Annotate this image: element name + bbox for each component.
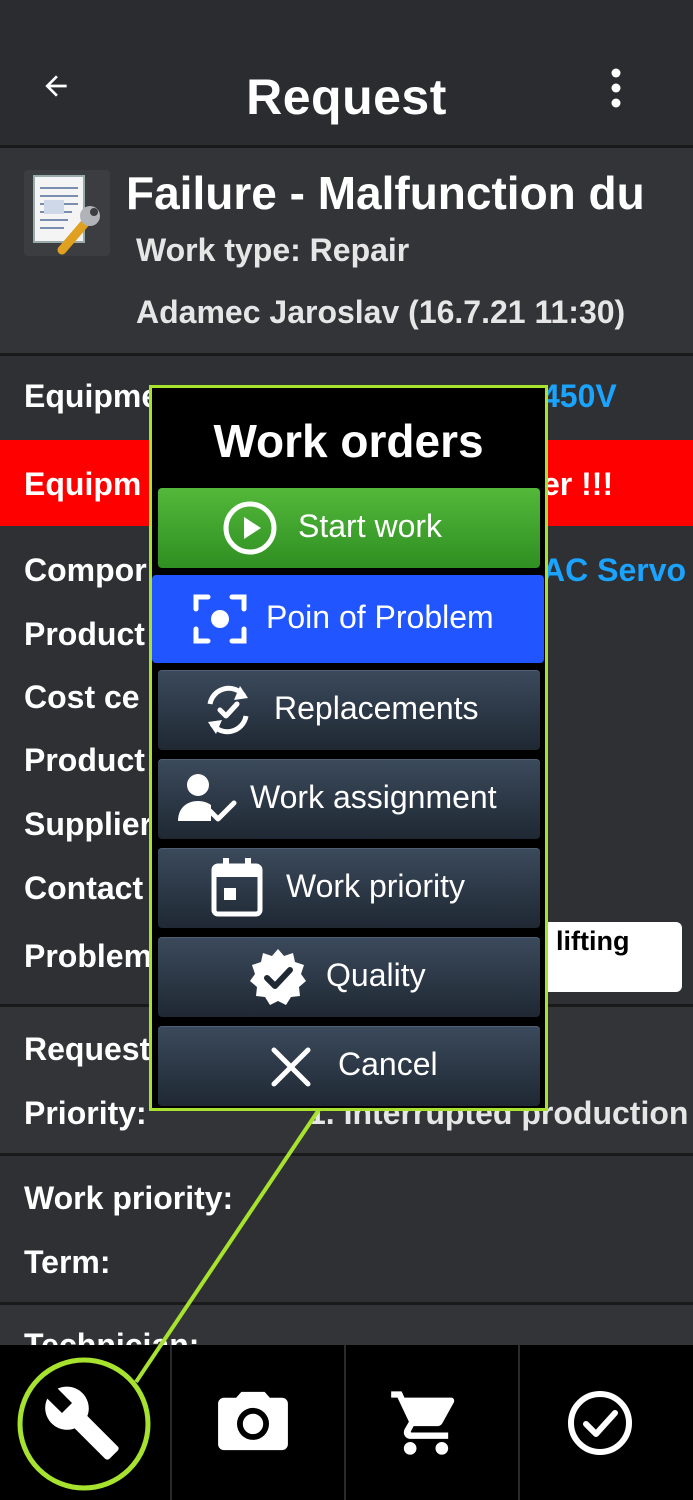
technician-label: Technician: xyxy=(24,1327,200,1345)
work-priority-section: Work priority: Term: xyxy=(0,1156,693,1305)
calendar-icon xyxy=(211,858,263,917)
work-priority-button[interactable]: Work priority xyxy=(158,848,540,928)
replacements-button[interactable]: Replacements xyxy=(158,670,540,750)
user-check-icon xyxy=(178,774,237,822)
quality-badge-icon xyxy=(250,949,306,1005)
dialog-title: Work orders xyxy=(213,415,484,467)
bottom-toolbar xyxy=(0,1345,693,1500)
equipment-warning-label: Equipm xyxy=(24,466,142,502)
requested-label: Request xyxy=(24,1031,151,1067)
cart-button[interactable] xyxy=(348,1345,520,1500)
priority-label: Priority: xyxy=(24,1095,147,1131)
cart-icon xyxy=(391,1391,455,1455)
page-title: Request xyxy=(246,69,447,125)
play-circle-icon xyxy=(223,501,277,555)
more-vert-icon[interactable] xyxy=(605,68,627,108)
point-of-problem-button[interactable]: Poin of Problem xyxy=(152,575,544,663)
product-label: Product xyxy=(24,616,145,652)
request-header: Failure - Malfunction du Work type: Repa… xyxy=(0,148,693,356)
request-author: Adamec Jaroslav (16.7.21 11:30) xyxy=(136,294,626,330)
problem-field[interactable]: lifting xyxy=(540,922,682,992)
confirm-button[interactable] xyxy=(522,1345,693,1500)
check-circle-icon xyxy=(568,1391,632,1455)
app-bar: Request xyxy=(0,0,693,148)
contact-label: Contact xyxy=(24,870,144,906)
equipment-warning-text: er !!! xyxy=(542,466,614,502)
document-wrench-icon xyxy=(24,170,110,256)
camera-button[interactable] xyxy=(174,1345,346,1500)
equipment-label: Equipme xyxy=(24,378,160,414)
wrench-icon xyxy=(45,1386,119,1460)
camera-icon xyxy=(218,1391,288,1451)
close-icon xyxy=(271,1047,311,1087)
equipment-value[interactable]: 450V xyxy=(542,378,617,415)
start-work-button[interactable]: Start work xyxy=(158,488,540,568)
work-assignment-button[interactable]: Work assignment xyxy=(158,759,540,839)
component-label: Compor xyxy=(24,552,147,588)
product-label-2: Product xyxy=(24,742,145,778)
supplier-label: Supplier xyxy=(24,806,153,842)
technician-section: Technician: xyxy=(0,1305,693,1345)
work-orders-dialog: Work orders Start work Poin of Problem R… xyxy=(149,385,548,1111)
cost-center-label: Cost ce xyxy=(24,679,140,715)
work-type: Work type: Repair xyxy=(136,232,410,268)
term-label: Term: xyxy=(24,1244,111,1280)
request-title: Failure - Malfunction du xyxy=(126,167,645,219)
problem-label: Problem xyxy=(24,938,153,974)
replace-cycle-icon xyxy=(207,685,249,735)
cancel-button[interactable]: Cancel xyxy=(158,1026,540,1106)
work-orders-button[interactable] xyxy=(0,1345,172,1500)
component-value[interactable]: AC Servo xyxy=(542,552,686,589)
focus-point-icon xyxy=(193,594,247,644)
work-priority-label: Work priority: xyxy=(24,1180,234,1216)
quality-button[interactable]: Quality xyxy=(158,937,540,1017)
